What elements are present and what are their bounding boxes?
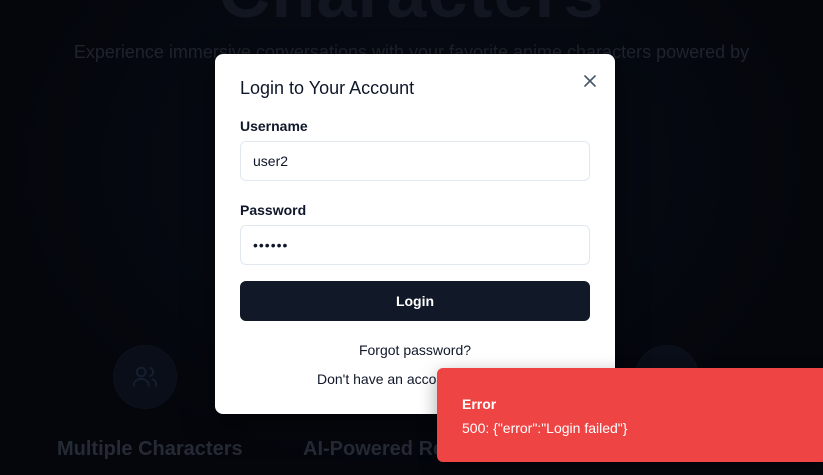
toast-message: 500: {"error":"Login failed"} bbox=[462, 420, 628, 436]
no-account-text: Don't have an accou bbox=[317, 371, 445, 387]
password-value: •••••• bbox=[253, 237, 289, 253]
login-modal: Login to Your Account Username user2 Pas… bbox=[215, 54, 615, 414]
login-button[interactable]: Login bbox=[240, 281, 590, 321]
close-icon bbox=[584, 75, 596, 87]
password-label: Password bbox=[240, 202, 307, 218]
password-input[interactable]: •••••• bbox=[240, 225, 590, 265]
forgot-password-link[interactable]: Forgot password? bbox=[215, 342, 615, 358]
username-value: user2 bbox=[253, 153, 289, 169]
toast-title: Error bbox=[462, 396, 497, 412]
modal-title: Login to Your Account bbox=[240, 78, 415, 98]
username-label: Username bbox=[240, 118, 308, 134]
close-button[interactable] bbox=[579, 70, 601, 92]
error-toast[interactable]: Error 500: {"error":"Login failed"} bbox=[437, 368, 823, 462]
username-input[interactable]: user2 bbox=[240, 141, 590, 181]
